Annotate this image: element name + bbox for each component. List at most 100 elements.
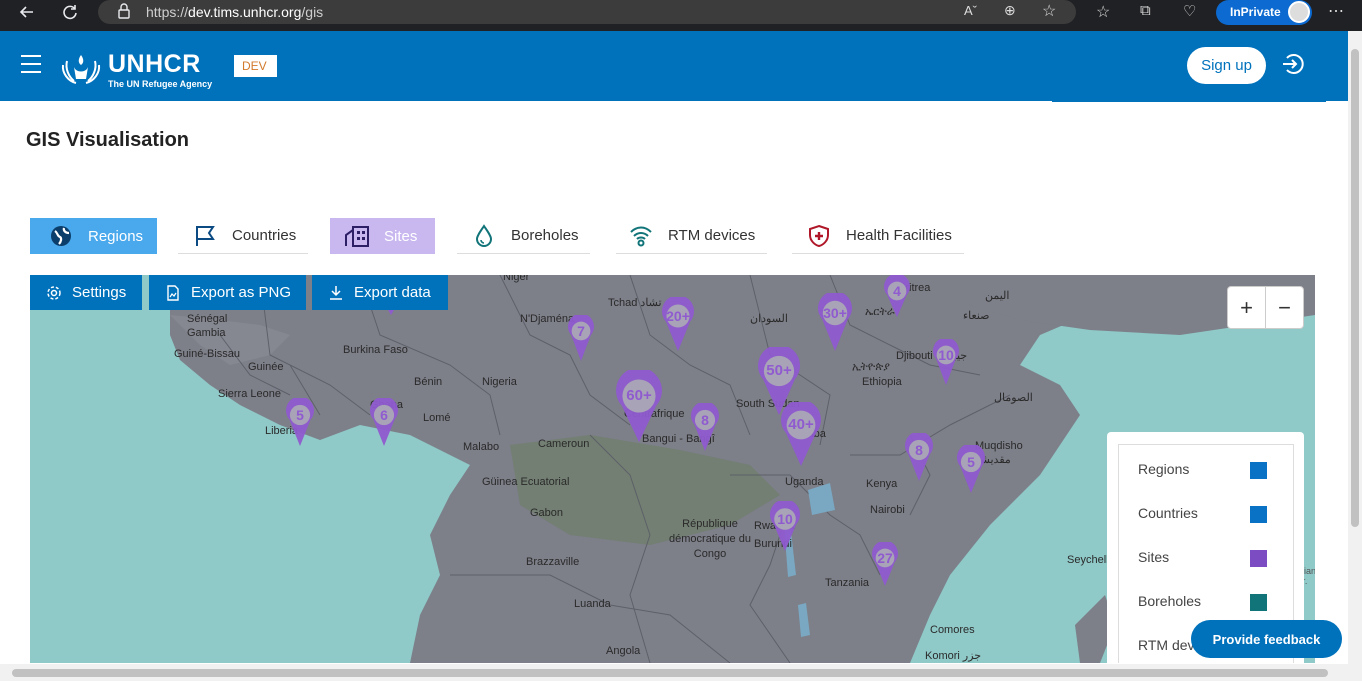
marker-count-label: 10	[938, 347, 954, 363]
map-label: Gambia	[187, 327, 226, 339]
logo-wordmark: UNHCR	[108, 50, 201, 78]
legend-swatch	[1250, 462, 1267, 479]
tab-rtm-devices[interactable]: RTM devices	[616, 218, 767, 254]
tab-label: Countries	[232, 227, 297, 244]
legend-label: Sites	[1138, 549, 1170, 565]
site-cluster-marker[interactable]: 27	[869, 540, 901, 588]
address-bar[interactable]: https://dev.tims.unhcr.org/gis Aˇ ⊕ ☆	[98, 0, 1076, 24]
export-data-button[interactable]: Export data	[312, 275, 448, 310]
marker-count-label: 30+	[823, 305, 847, 321]
map-label: Burkina Faso	[343, 344, 408, 356]
site-cluster-marker[interactable]: 4	[881, 275, 913, 319]
map-label: Cameroun	[538, 438, 590, 450]
gear-icon	[47, 285, 61, 300]
favorites-icon[interactable]: ☆	[1096, 2, 1110, 22]
logo-tagline: The UN Refugee Agency	[108, 79, 213, 89]
back-arrow-icon[interactable]	[12, 0, 42, 24]
map-pin-icon	[770, 499, 800, 551]
map-label: Angola	[606, 645, 641, 657]
tab-regions[interactable]: Regions	[30, 218, 157, 254]
map-label: Komori جزر	[925, 650, 982, 662]
site-cluster-marker[interactable]: 60+	[613, 367, 665, 444]
map-label: Guiné-Bissau	[174, 348, 241, 360]
profile-avatar-icon[interactable]	[1288, 1, 1310, 23]
collections-icon[interactable]: ⧉	[1140, 2, 1151, 19]
horizontal-scrollbar[interactable]	[0, 664, 1348, 681]
gis-map[interactable]: Niger Tchad تشاد السودان Eritrea ኤርትራ ال…	[30, 275, 1315, 663]
site-cluster-marker[interactable]: 8	[688, 401, 722, 453]
inprivate-badge[interactable]: InPrivate	[1216, 0, 1312, 25]
refresh-icon[interactable]	[55, 0, 85, 24]
map-pin-icon	[662, 295, 694, 351]
provide-feedback-button[interactable]: Provide feedback	[1191, 620, 1342, 658]
map-label: Comores	[930, 624, 975, 636]
tab-health-facilities[interactable]: Health Facilities	[792, 218, 964, 254]
file-image-icon	[167, 284, 179, 301]
site-cluster-marker[interactable]: 20+	[659, 295, 697, 353]
map-pin-icon	[691, 401, 719, 451]
map-label: Güinea Ecuatorial	[482, 476, 570, 488]
export-png-button[interactable]: Export as PNG	[149, 275, 306, 310]
marker-count-label: 7	[577, 323, 585, 339]
zoom-in-button[interactable]: +	[1228, 287, 1266, 328]
marker-count-label: 5	[967, 454, 975, 470]
unhcr-emblem-icon	[61, 55, 101, 84]
tab-label: RTM devices	[668, 227, 756, 244]
map-label: السودان	[750, 313, 788, 325]
map-pin-icon	[616, 367, 662, 442]
marker-count-label: 40+	[788, 416, 814, 433]
map-label: Sierra Leone	[218, 388, 281, 400]
map-label: Niger	[503, 275, 530, 283]
map-label: Uganda	[785, 476, 824, 488]
login-icon[interactable]	[1281, 51, 1307, 77]
browser-essentials-icon[interactable]: ♡	[1183, 2, 1196, 20]
page-title: GIS Visualisation	[26, 129, 190, 151]
legend-label: Countries	[1138, 505, 1198, 521]
legend-swatch	[1250, 506, 1267, 523]
vertical-scrollbar[interactable]	[1348, 31, 1362, 681]
site-cluster-marker[interactable]: 8	[902, 431, 936, 483]
tab-label: Boreholes	[511, 227, 579, 244]
read-aloud-icon[interactable]: Aˇ	[964, 3, 977, 18]
favorite-star-icon[interactable]: ☆	[1042, 1, 1056, 21]
site-cluster-marker[interactable]: 40+	[778, 399, 824, 468]
site-cluster-marker[interactable]: 7	[565, 313, 597, 363]
map-pin-icon	[370, 396, 398, 446]
tab-countries[interactable]: Countries	[178, 218, 308, 254]
more-menu-icon[interactable]: ⋯	[1328, 1, 1344, 21]
map-label: Malabo	[463, 441, 500, 453]
sign-up-button[interactable]: Sign up	[1187, 47, 1266, 84]
tab-label: Regions	[88, 227, 144, 245]
settings-button[interactable]: Settings	[30, 275, 142, 310]
tab-label: Health Facilities	[846, 227, 952, 244]
map-label: صنعاء	[963, 310, 990, 322]
map-label: Ethiopia	[862, 376, 902, 388]
site-cluster-marker[interactable]: 6	[367, 396, 401, 448]
map-label: Gabon	[530, 507, 564, 519]
marker-count-label: 60+	[626, 387, 652, 404]
zoom-controls: + −	[1227, 286, 1304, 329]
tab-sites[interactable]: Sites	[330, 218, 435, 254]
header-divider	[1052, 100, 1326, 102]
site-cluster-marker[interactable]: 10	[767, 499, 803, 553]
environment-badge: DEV	[234, 55, 277, 77]
marker-count-label: 5	[296, 407, 304, 423]
map-label: Lomé	[423, 412, 451, 424]
site-cluster-marker[interactable]: 5	[283, 396, 317, 448]
wifi-icon	[628, 223, 654, 249]
site-cluster-marker[interactable]: 30+	[815, 291, 855, 353]
marker-count-label: 27	[877, 550, 893, 566]
marker-count-label: 50+	[766, 362, 792, 379]
hamburger-menu-icon[interactable]	[21, 55, 41, 73]
site-cluster-marker[interactable]: 10	[930, 337, 962, 387]
map-label: Tanzania	[825, 577, 870, 589]
zoom-out-button[interactable]: −	[1266, 287, 1303, 328]
legend-swatch	[1250, 594, 1267, 611]
site-cluster-marker[interactable]: 5	[954, 443, 988, 495]
marker-count-label: 8	[701, 412, 709, 428]
tab-boreholes[interactable]: Boreholes	[457, 218, 590, 254]
building-icon	[344, 223, 370, 249]
marker-count-label: 4	[893, 283, 901, 299]
marker-count-label: 6	[380, 407, 388, 423]
zoom-icon[interactable]: ⊕	[1004, 2, 1016, 19]
